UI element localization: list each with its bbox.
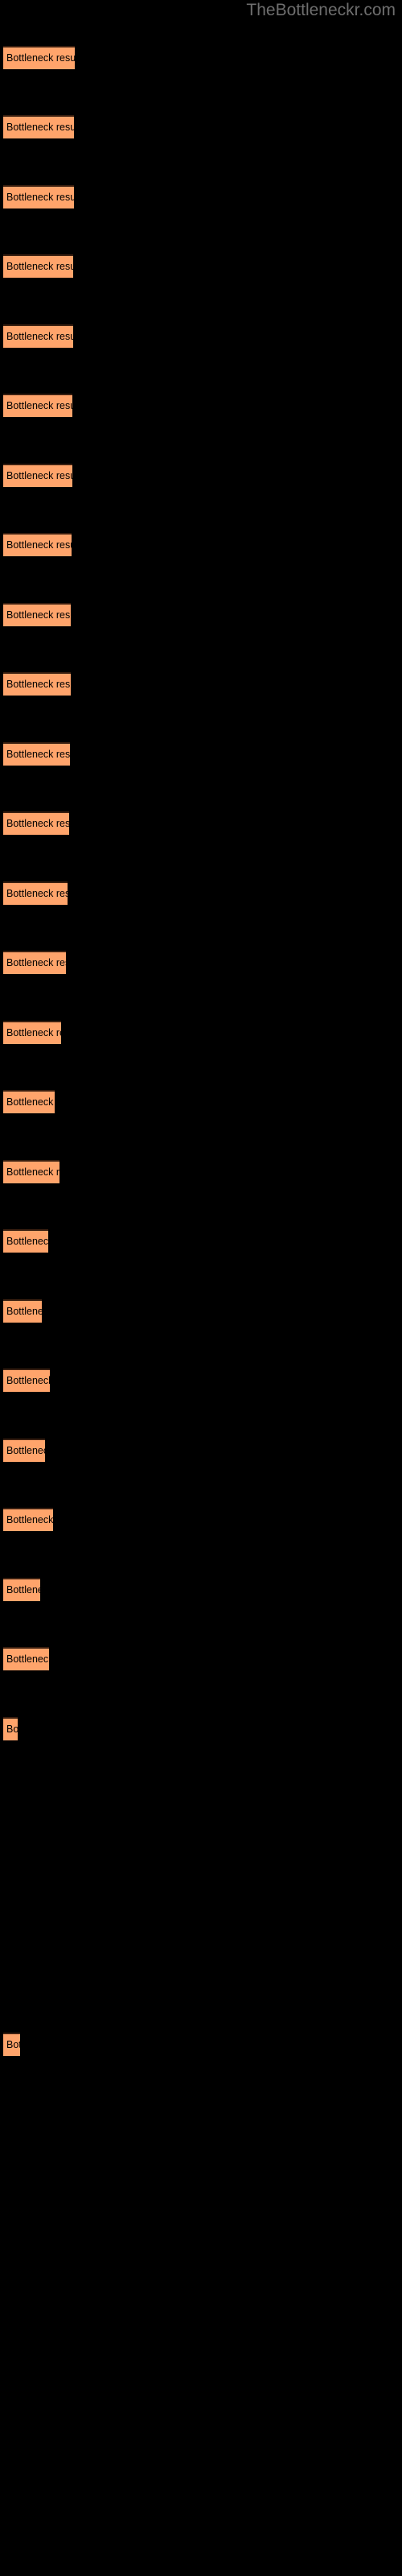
bar-row: Bottleneck result: [0, 1368, 402, 1392]
bar-row: Bottleneck result: [0, 1717, 402, 1740]
bar-row: Bottleneck result: [0, 46, 402, 69]
bar-series-layer: Bottleneck result Bottleneck result Bottle…: [0, 0, 402, 2576]
bar-row: Bottleneck result: [0, 603, 402, 626]
bar-row: Bottleneck result: [0, 1090, 402, 1113]
bar-segment[interactable]: [3, 185, 74, 208]
bar-segment[interactable]: [3, 394, 72, 417]
bar-segment[interactable]: [3, 46, 75, 69]
bar-segment[interactable]: [3, 1160, 59, 1183]
bar-row: Bottleneck result: [0, 1229, 402, 1253]
bar-row: Bottleneck result: [0, 881, 402, 905]
bar-segment[interactable]: [3, 1021, 61, 1044]
bar-segment[interactable]: [3, 1299, 42, 1323]
bar-segment[interactable]: [3, 603, 71, 626]
bar-row: Bottleneck result: [0, 1021, 402, 1044]
bottleneck-bar-chart: TheBottleneckr.com Bottleneck result Bott…: [0, 0, 402, 2576]
bar-segment[interactable]: [3, 1647, 49, 1670]
bar-segment[interactable]: [3, 254, 73, 278]
bar-segment[interactable]: [3, 2033, 20, 2056]
bar-row: Bottleneck result: [0, 951, 402, 974]
bar-segment[interactable]: [3, 324, 73, 348]
bar-segment[interactable]: [3, 115, 74, 138]
bar-segment[interactable]: [3, 1229, 48, 1253]
bar-segment[interactable]: [3, 1578, 40, 1601]
bar-segment[interactable]: [3, 1508, 53, 1531]
bar-row: Bottleneck result: [0, 1160, 402, 1183]
bar-segment[interactable]: [3, 1439, 45, 1462]
bar-segment[interactable]: [3, 881, 68, 905]
bar-segment[interactable]: [3, 742, 70, 766]
bar-segment[interactable]: [3, 1368, 50, 1392]
bar-row: Bottleneck result: [0, 672, 402, 696]
bar-row: Bottleneck result: [0, 254, 402, 278]
bar-row: Bottleneck result: [0, 324, 402, 348]
bar-row: Bottleneck result: [0, 1647, 402, 1670]
bar-row: Bottleneck result: [0, 533, 402, 556]
bar-row: Bottleneck result: [0, 2033, 402, 2056]
bar-row: Bottleneck result: [0, 394, 402, 417]
bar-row: Bottleneck result: [0, 742, 402, 766]
bar-row: Bottleneck result: [0, 1299, 402, 1323]
bar-segment[interactable]: [3, 951, 66, 974]
bar-row: Bottleneck result: [0, 1508, 402, 1531]
bar-segment[interactable]: [3, 672, 71, 696]
bar-row: Bottleneck result: [0, 115, 402, 138]
bar-row: Bottleneck result: [0, 811, 402, 835]
bar-row: Bottleneck result: [0, 464, 402, 487]
bar-segment[interactable]: [3, 811, 69, 835]
bar-segment[interactable]: [3, 1090, 55, 1113]
bar-row: Bottleneck result: [0, 1439, 402, 1462]
bar-row: Bottleneck result: [0, 1578, 402, 1601]
bar-segment[interactable]: [3, 464, 72, 487]
bar-row: Bottleneck result: [0, 185, 402, 208]
bar-segment[interactable]: [3, 1717, 18, 1740]
bar-segment[interactable]: [3, 533, 72, 556]
